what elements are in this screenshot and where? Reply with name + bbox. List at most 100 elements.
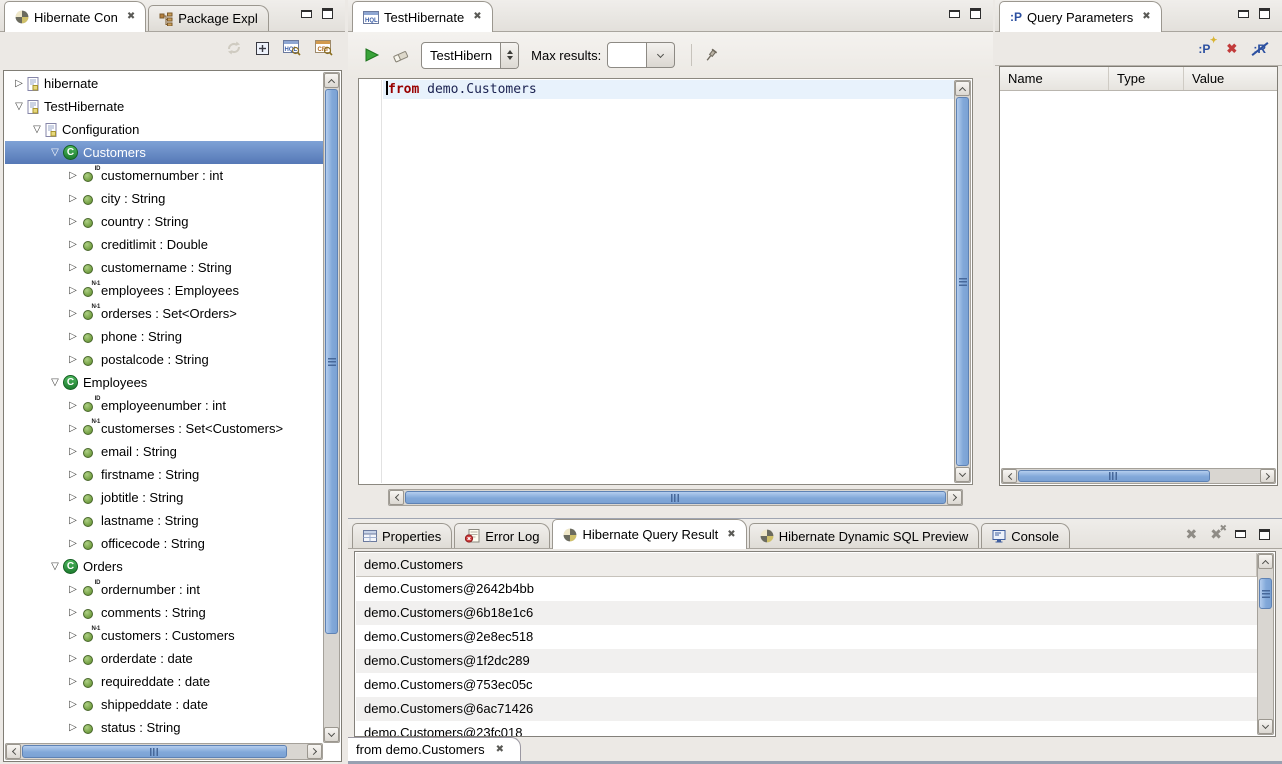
tab-hibernate-dynamic-sql-preview[interactable]: Hibernate Dynamic SQL Preview [749, 523, 980, 548]
maximize-icon[interactable] [1259, 8, 1270, 19]
scrollbar-thumb[interactable] [956, 97, 969, 466]
expand-twisty-icon[interactable]: ▷ [65, 331, 81, 342]
tab-hibernate-query-result[interactable]: Hibernate Query Result ✖ [552, 519, 746, 549]
column-type[interactable]: Type [1109, 67, 1184, 90]
tree-item-customers[interactable]: ▽Customers [5, 141, 323, 164]
tree-item-orderses[interactable]: ▷N-1orderses : Set<Orders> [5, 302, 323, 325]
column-value[interactable]: Value [1184, 67, 1277, 90]
pin-editor-icon[interactable] [704, 48, 719, 63]
result-row[interactable]: demo.Customers@753ec05c [356, 673, 1257, 697]
editor-vertical-scrollbar[interactable] [954, 80, 971, 483]
expand-twisty-icon[interactable]: ▷ [65, 607, 81, 618]
scroll-right-button[interactable] [1260, 469, 1275, 483]
result-row[interactable]: demo.Customers@6b18e1c6 [356, 601, 1257, 625]
expand-twisty-icon[interactable]: ▷ [65, 239, 81, 250]
tree-item-comments[interactable]: ▷comments : String [5, 601, 323, 624]
collapse-twisty-icon[interactable]: ▽ [47, 147, 63, 158]
expand-twisty-icon[interactable]: ▷ [65, 469, 81, 480]
tree-item-firstname[interactable]: ▷firstname : String [5, 463, 323, 486]
result-row[interactable]: demo.Customers@1f2dc289 [356, 649, 1257, 673]
tab-query-result-from-demo-customers[interactable]: from demo.Customers ✖ [348, 737, 521, 761]
close-all-results-icon[interactable]: ✖ [1210, 527, 1222, 541]
collapse-twisty-icon[interactable]: ▽ [11, 101, 27, 112]
scrollbar-thumb[interactable] [1018, 470, 1210, 482]
tree-item-status[interactable]: ▷status : String [5, 716, 323, 739]
tree-item-customers[interactable]: ▷N-1customers : Customers [5, 624, 323, 647]
scroll-down-button[interactable] [324, 727, 339, 742]
expand-all-icon[interactable] [256, 42, 269, 55]
expand-twisty-icon[interactable]: ▷ [65, 285, 81, 296]
add-parameter-icon[interactable]: ✦ [1198, 42, 1210, 56]
scroll-down-button[interactable] [1258, 719, 1273, 734]
tab-testhibernate-editor[interactable]: HQL TestHibernate ✖ [352, 1, 493, 32]
tree-item-phone[interactable]: ▷phone : String [5, 325, 323, 348]
open-hql-editor-icon[interactable]: HQL [283, 40, 301, 56]
tree-item-hibernate[interactable]: ▷hibernate [5, 72, 323, 95]
minimize-icon[interactable] [301, 10, 312, 18]
tab-package-explorer[interactable]: Package Expl [148, 5, 269, 31]
expand-twisty-icon[interactable]: ▷ [65, 354, 81, 365]
expand-twisty-icon[interactable]: ▷ [65, 446, 81, 457]
result-row[interactable]: demo.Customers@23fc018 [356, 721, 1257, 736]
remove-parameter-icon[interactable]: ✖ [1226, 41, 1237, 57]
tree-item-officecode[interactable]: ▷officecode : String [5, 532, 323, 555]
parameters-table-body[interactable] [1001, 91, 1276, 467]
configuration-combo[interactable]: TestHibern [421, 42, 519, 69]
scroll-up-button[interactable] [324, 73, 339, 88]
dropdown-arrow-icon[interactable] [647, 42, 675, 68]
result-row[interactable]: demo.Customers@2e8ec518 [356, 625, 1257, 649]
close-icon[interactable]: ✖ [1142, 12, 1150, 22]
tab-console[interactable]: Console [981, 523, 1070, 548]
scroll-right-button[interactable] [947, 490, 962, 505]
expand-twisty-icon[interactable]: ▷ [65, 630, 81, 641]
tree-item-country[interactable]: ▷country : String [5, 210, 323, 233]
tree-item-creditlimit[interactable]: ▷creditlimit : Double [5, 233, 323, 256]
expand-twisty-icon[interactable]: ▷ [65, 653, 81, 664]
expand-twisty-icon[interactable]: ▷ [65, 423, 81, 434]
parameters-horizontal-scrollbar[interactable] [1001, 468, 1276, 484]
tree-item-customerses[interactable]: ▷N-1customerses : Set<Customers> [5, 417, 323, 440]
minimize-icon[interactable] [1238, 10, 1249, 18]
code-line[interactable]: from demo.Customers [383, 80, 954, 99]
minimize-icon[interactable] [949, 10, 960, 18]
scrollbar-thumb[interactable] [325, 89, 338, 634]
max-results-combo[interactable] [607, 42, 675, 68]
tree-item-testhibernate[interactable]: ▽TestHibernate [5, 95, 323, 118]
scrollbar-thumb[interactable] [1259, 578, 1272, 609]
tree-vertical-scrollbar[interactable] [323, 72, 340, 743]
tree-item-shippeddate[interactable]: ▷shippeddate : date [5, 693, 323, 716]
tree-item-postalcode[interactable]: ▷postalcode : String [5, 348, 323, 371]
expand-twisty-icon[interactable]: ▷ [65, 216, 81, 227]
expand-twisty-icon[interactable]: ▷ [65, 515, 81, 526]
tree-item-lastname[interactable]: ▷lastname : String [5, 509, 323, 532]
close-result-icon[interactable]: ✖ [1186, 527, 1198, 541]
expand-twisty-icon[interactable]: ▷ [65, 193, 81, 204]
close-icon[interactable]: ✖ [473, 12, 481, 22]
open-criteria-editor-icon[interactable]: CRI [315, 40, 333, 56]
tree-item-customernumber[interactable]: ▷IDcustomernumber : int [5, 164, 323, 187]
tree-item-city[interactable]: ▷city : String [5, 187, 323, 210]
expand-twisty-icon[interactable]: ▷ [65, 538, 81, 549]
minimize-icon[interactable] [1235, 530, 1246, 538]
scroll-down-button[interactable] [955, 467, 970, 482]
maximize-icon[interactable] [1259, 529, 1270, 540]
collapse-twisty-icon[interactable]: ▽ [47, 561, 63, 572]
scrollbar-thumb[interactable] [405, 491, 946, 504]
scroll-left-button[interactable] [389, 490, 404, 505]
toggle-parameters-icon[interactable] [1253, 42, 1266, 56]
tab-hibernate-configurations[interactable]: Hibernate Con ✖ [4, 1, 146, 32]
scroll-right-button[interactable] [307, 744, 322, 759]
scroll-up-button[interactable] [955, 81, 970, 96]
run-query-icon[interactable] [364, 47, 380, 63]
result-row[interactable]: demo.Customers@6ac71426 [356, 697, 1257, 721]
result-column-header[interactable]: demo.Customers [356, 553, 1257, 577]
tree-item-ordernumber[interactable]: ▷IDordernumber : int [5, 578, 323, 601]
expand-twisty-icon[interactable]: ▷ [65, 400, 81, 411]
expand-twisty-icon[interactable]: ▷ [65, 170, 81, 181]
tree-item-customername[interactable]: ▷customername : String [5, 256, 323, 279]
expand-twisty-icon[interactable]: ▷ [65, 584, 81, 595]
tab-properties[interactable]: Properties [352, 523, 452, 548]
expand-twisty-icon[interactable]: ▷ [65, 699, 81, 710]
tree-item-orders[interactable]: ▽Orders [5, 555, 323, 578]
spinner-icon[interactable] [500, 43, 518, 68]
